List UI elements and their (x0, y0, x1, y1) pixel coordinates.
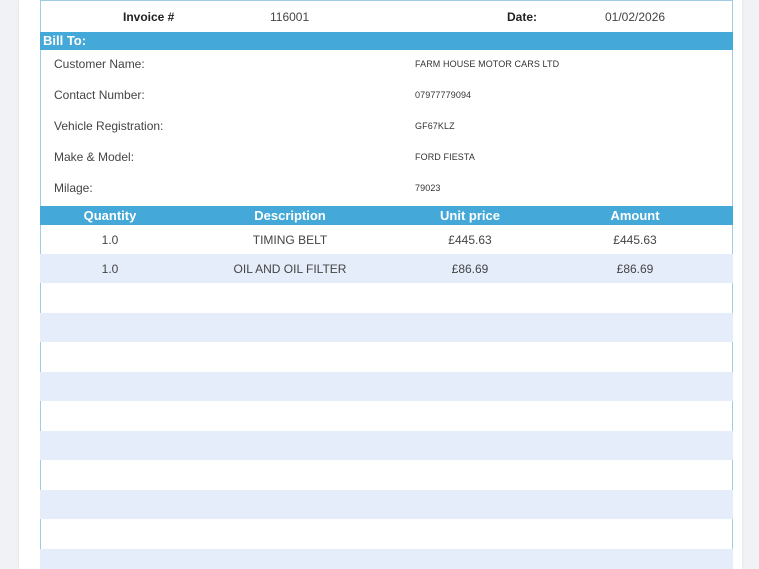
table-row: 1.0 OIL AND OIL FILTER £86.69 £86.69 (40, 254, 733, 283)
invoice-meta-row: Invoice # 116001 Date: 01/02/2026 (40, 0, 733, 32)
description-cell: OIL AND OIL FILTER (233, 262, 347, 276)
amount-cell: £86.69 (616, 262, 654, 276)
bill-to-header: Bill To: (40, 32, 733, 50)
make-model-label: Make & Model: (54, 150, 135, 164)
vehicle-registration-row: Vehicle Registration: GF67KLZ (40, 112, 733, 143)
items-header: Quantity Description Unit price Amount (40, 206, 733, 225)
milage-value: 79023 (415, 183, 441, 193)
customer-name-value: FARM HOUSE MOTOR CARS LTD (415, 59, 560, 69)
milage-row: Milage: 79023 (40, 174, 733, 205)
quantity-header: Quantity (83, 208, 137, 223)
customer-name-label: Customer Name: (54, 57, 145, 71)
empty-row (40, 490, 733, 519)
empty-row (40, 519, 733, 548)
amount-cell: £445.63 (613, 233, 657, 247)
unit-price-cell: £86.69 (451, 262, 489, 276)
vehicle-registration-value: GF67KLZ (415, 121, 455, 131)
empty-row (40, 549, 733, 569)
make-model-row: Make & Model: FORD FIESTA (40, 143, 733, 174)
amount-header: Amount (610, 208, 660, 223)
description-cell: TIMING BELT (252, 233, 328, 247)
invoice-number-value: 116001 (270, 10, 310, 24)
empty-row (40, 313, 733, 342)
description-header: Description (254, 208, 326, 223)
empty-row (40, 401, 733, 430)
bill-to-title: Bill To: (43, 33, 87, 48)
empty-row (40, 283, 733, 312)
quantity-cell: 1.0 (101, 262, 119, 276)
contact-number-label: Contact Number: (54, 88, 145, 102)
unit-price-header: Unit price (440, 208, 500, 223)
empty-row (40, 342, 733, 371)
customer-name-row: Customer Name: FARM HOUSE MOTOR CARS LTD (40, 50, 733, 81)
make-model-value: FORD FIESTA (415, 152, 475, 162)
empty-row (40, 372, 733, 401)
contact-number-value: 07977779094 (415, 90, 472, 100)
invoice-number-label: Invoice # (123, 10, 175, 24)
quantity-cell: 1.0 (101, 233, 119, 247)
vehicle-registration-label: Vehicle Registration: (54, 119, 164, 133)
contact-number-row: Contact Number: 07977779094 (40, 81, 733, 112)
unit-price-cell: £445.63 (448, 233, 492, 247)
date-label: Date: (507, 10, 538, 24)
table-row: 1.0 TIMING BELT £445.63 £445.63 (40, 225, 733, 254)
milage-label: Milage: (54, 181, 93, 195)
date-value: 01/02/2026 (605, 10, 666, 24)
empty-row (40, 460, 733, 489)
empty-row (40, 431, 733, 460)
